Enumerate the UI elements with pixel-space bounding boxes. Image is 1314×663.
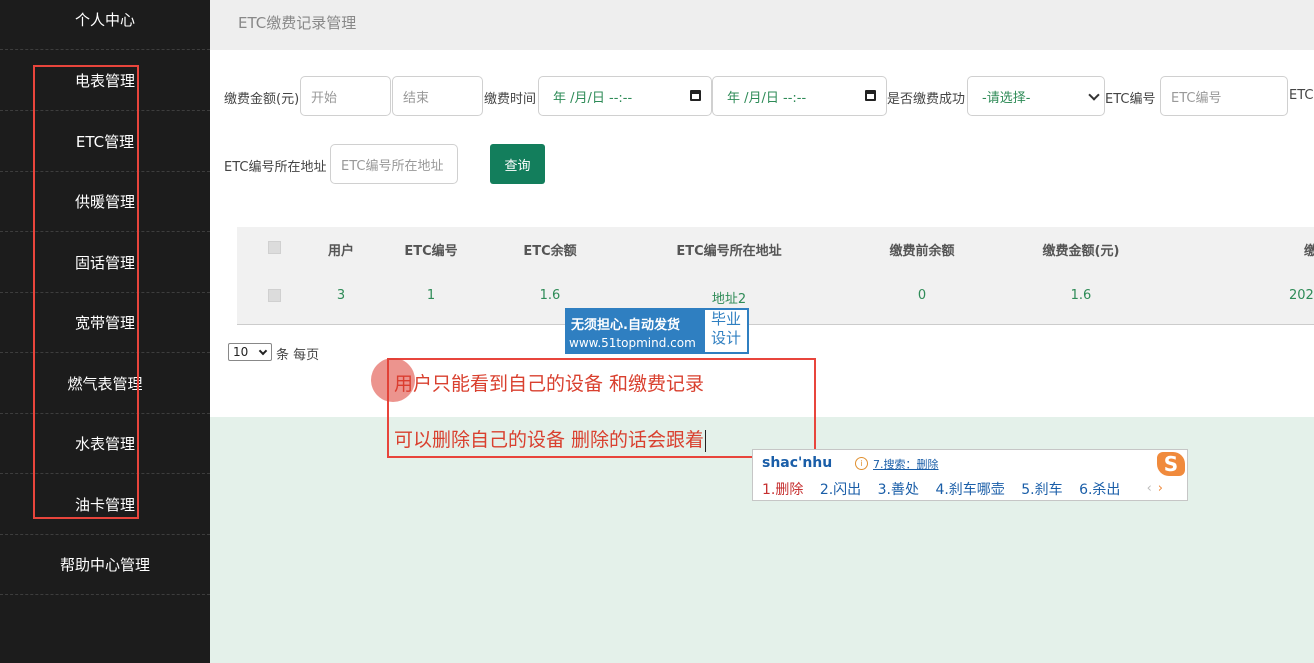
query-button[interactable]: 查询 — [490, 144, 545, 184]
watermark-line1: 无须担心.自动发货 — [571, 318, 680, 333]
page-title: ETC缴费记录管理 — [238, 14, 357, 32]
calendar-icon[interactable] — [690, 90, 701, 101]
table-cell: 3 — [336, 288, 346, 303]
sidebar-item-etc[interactable]: ETC管理 — [0, 112, 210, 172]
page-size-value: 10 — [233, 345, 249, 359]
sidebar-item-label: 宽带管理 — [74, 314, 135, 332]
ime-candidate[interactable]: 4.刹车哪壶 — [935, 482, 1004, 498]
etc-no-input[interactable]: ETC编号 — [1160, 76, 1288, 116]
ime-candidate[interactable]: 1.删除 — [762, 482, 803, 498]
sidebar-item-label: ETC管理 — [75, 133, 135, 151]
sidebar-item-broadband[interactable]: 宽带管理 — [0, 293, 210, 353]
ime-page-nav: ‹ › — [1147, 481, 1163, 496]
table-cell: 地址2 — [711, 292, 747, 307]
table-cell: 0 — [917, 288, 927, 303]
sidebar-item-gas-meter[interactable]: 燃气表管理 — [0, 354, 210, 414]
page-header: ETC缴费记录管理 — [210, 0, 1314, 50]
watermark-line2: www.51topmind.com — [569, 336, 696, 350]
mouse-cursor-indicator — [371, 358, 415, 402]
chevron-down-icon — [1088, 89, 1100, 101]
table-cell: 2021-04-1 — [1289, 288, 1314, 303]
row-checkbox[interactable] — [268, 289, 281, 302]
ime-candidate[interactable]: 6.杀出 — [1079, 482, 1120, 498]
column-header-amount[interactable]: 缴费金额(元) — [1043, 240, 1120, 259]
success-select[interactable]: -请选择- — [967, 76, 1105, 116]
sidebar-item-personal-center[interactable]: 个人中心 — [0, 0, 210, 50]
amount-end-input[interactable]: 结束 — [392, 76, 483, 116]
address-input[interactable]: ETC编号所在地址 — [330, 144, 458, 184]
amount-end-placeholder: 结束 — [403, 90, 430, 106]
watermark-side2: 设计 — [710, 329, 741, 347]
chevron-down-icon — [258, 346, 268, 356]
amount-label: 缴费金额(元) — [224, 92, 300, 107]
date-end-value: 年 /月/日 --:-- — [727, 90, 807, 106]
column-header-etc-balance[interactable]: ETC余额 — [523, 240, 576, 259]
sidebar-item-landline[interactable]: 固话管理 — [0, 233, 210, 293]
sidebar-item-label: 帮助中心管理 — [59, 556, 150, 574]
sidebar-item-label: 供暖管理 — [74, 193, 135, 211]
select-all-checkbox[interactable] — [268, 241, 281, 254]
text-caret — [705, 429, 707, 452]
column-header-pre-balance[interactable]: 缴费前余额 — [889, 240, 954, 259]
ime-pinyin: shac'nhu — [762, 455, 833, 471]
address-placeholder: ETC编号所在地址 — [341, 158, 444, 174]
sidebar-item-electric-meter[interactable]: 电表管理 — [0, 51, 210, 111]
sidebar-item-fuel-card[interactable]: 油卡管理 — [0, 475, 210, 535]
calendar-icon[interactable] — [865, 90, 876, 101]
ime-search-hint[interactable]: 7.搜索：删除 — [873, 456, 939, 472]
table-cell: 1.6 — [1070, 288, 1092, 303]
etc-cut-label: ETC — [1289, 88, 1314, 103]
watermark-side: 毕业 设计 — [705, 310, 747, 352]
sidebar-item-label: 油卡管理 — [74, 496, 135, 514]
ime-candidate[interactable]: 3.善处 — [878, 482, 919, 498]
column-header-user[interactable]: 用户 — [328, 240, 354, 259]
amount-start-input[interactable]: 开始 — [300, 76, 391, 116]
chevron-right-icon[interactable]: › — [1158, 481, 1163, 496]
column-header-address[interactable]: ETC编号所在地址 — [676, 240, 781, 259]
sidebar-item-heating[interactable]: 供暖管理 — [0, 172, 210, 232]
sogou-logo-icon: S — [1157, 452, 1185, 476]
sidebar-item-label: 电表管理 — [74, 72, 135, 90]
column-header-pay[interactable]: 缴费 — [1304, 240, 1314, 259]
date-end-input[interactable]: 年 /月/日 --:-- — [712, 76, 887, 116]
etc-no-placeholder: ETC编号 — [1171, 90, 1222, 106]
sidebar-item-label: 固话管理 — [74, 254, 135, 272]
table-cell: 1.6 — [539, 288, 561, 303]
amount-start-placeholder: 开始 — [311, 90, 338, 106]
ime-candidate[interactable]: 5.刹车 — [1021, 482, 1062, 498]
sidebar-item-help-center[interactable]: 帮助中心管理 — [0, 535, 210, 595]
column-header-etc-no[interactable]: ETC编号 — [404, 240, 457, 259]
watermark-side1: 毕业 — [710, 310, 741, 328]
ime-candidate[interactable]: 2.闪出 — [820, 482, 861, 498]
annotation-line1: 用户只能看到自己的设备 和缴费记录 — [394, 373, 705, 395]
annotation-line2-text: 可以删除自己的设备 删除的话会跟着 — [394, 429, 705, 451]
sidebar-item-water-meter[interactable]: 水表管理 — [0, 414, 210, 474]
ime-candidate-window[interactable]: shac'nhu i 7.搜索：删除 1.删除 2.闪出 3.善处 4.刹车哪壶… — [752, 449, 1188, 501]
success-select-value: -请选择- — [982, 90, 1031, 106]
date-start-value: 年 /月/日 --:-- — [553, 90, 633, 106]
sidebar-item-label: 个人中心 — [74, 11, 135, 29]
info-icon: i — [855, 457, 868, 470]
sidebar: 个人中心 电表管理 ETC管理 供暖管理 固话管理 宽带管理 燃气表管理 水表管… — [0, 0, 210, 663]
chevron-left-icon[interactable]: ‹ — [1147, 481, 1152, 496]
success-label: 是否缴费成功 — [887, 92, 966, 107]
watermark-badge: 无须担心.自动发货 www.51topmind.com 毕业 设计 — [565, 308, 749, 354]
time-label: 缴费时间 — [484, 92, 537, 107]
date-start-input[interactable]: 年 /月/日 --:-- — [538, 76, 712, 116]
annotation-box[interactable]: 用户只能看到自己的设备 和缴费记录 可以删除自己的设备 删除的话会跟着 — [387, 358, 816, 458]
sidebar-item-label: 燃气表管理 — [67, 375, 143, 393]
etc-no-label: ETC编号 — [1105, 92, 1156, 107]
address-label: ETC编号所在地址 — [224, 160, 327, 175]
annotation-line2: 可以删除自己的设备 删除的话会跟着 — [394, 425, 707, 452]
ime-candidates: 1.删除 2.闪出 3.善处 4.刹车哪壶 5.刹车 6.杀出 — [762, 479, 1132, 499]
table-cell: 1 — [426, 288, 436, 303]
page-size-select[interactable]: 10 — [228, 343, 272, 361]
sidebar-item-label: 水表管理 — [74, 435, 135, 453]
records-table: 用户 ETC编号 ETC余额 ETC编号所在地址 缴费前余额 缴费金额(元) 缴… — [237, 227, 1314, 325]
per-page-text: 条 每页 — [276, 348, 320, 363]
